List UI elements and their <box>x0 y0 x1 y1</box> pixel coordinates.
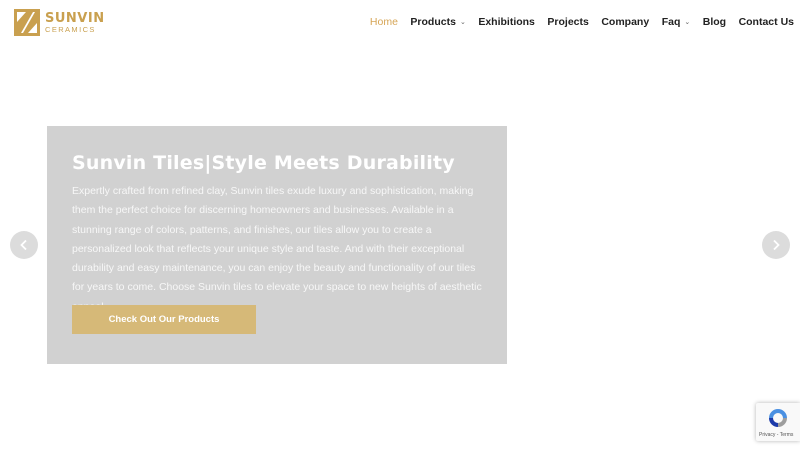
hero-title: Sunvin Tiles|Style Meets Durability <box>72 152 455 174</box>
nav-company-label: Company <box>601 16 650 28</box>
nav-projects[interactable]: Projects <box>547 16 588 28</box>
recaptcha-icon <box>769 409 787 427</box>
recaptcha-badge[interactable]: Privacy - Terms <box>756 403 800 441</box>
slider-prev-button[interactable] <box>10 231 38 259</box>
brand-name: SUNVIN <box>45 10 105 26</box>
nav-blog[interactable]: Blog <box>703 16 726 28</box>
logo-icon <box>14 9 40 36</box>
nav-home-label: Home <box>369 16 398 28</box>
nav-faq-label: Faq <box>661 16 681 28</box>
logo-text: SUNVIN CERAMICS <box>45 12 105 34</box>
hero-description: Expertly crafted from refined clay, Sunv… <box>72 185 482 313</box>
logo[interactable]: SUNVIN CERAMICS <box>14 9 105 36</box>
nav-contact-us[interactable]: Contact Us <box>739 16 794 28</box>
nav-exhibitions-label: Exhibitions <box>478 16 535 28</box>
nav-products[interactable]: Products ⌄ <box>410 16 465 28</box>
nav-exhibitions[interactable]: Exhibitions <box>478 16 535 28</box>
chevron-right-icon <box>773 239 780 251</box>
recaptcha-links[interactable]: Privacy - Terms <box>759 432 793 438</box>
page: SUNVIN CERAMICS Home Products ⌄ Exhibitio… <box>0 0 800 450</box>
chevron-down-icon: ⌄ <box>684 19 691 26</box>
nav-company[interactable]: Company <box>601 16 649 28</box>
nav-products-label: Products <box>410 16 456 28</box>
hero-panel: Sunvin Tiles|Style Meets Durability Expe… <box>47 126 507 364</box>
nav-blog-label: Blog <box>702 16 727 28</box>
slider-next-button[interactable] <box>762 231 790 259</box>
nav-projects-label: Projects <box>547 16 589 28</box>
chevron-down-icon: ⌄ <box>459 19 466 26</box>
main-nav: Home Products ⌄ Exhibitions Projects Comp… <box>357 16 794 28</box>
chevron-left-icon <box>20 239 27 251</box>
nav-home[interactable]: Home <box>370 16 398 28</box>
brand-subtitle: CERAMICS <box>45 24 96 34</box>
nav-faq[interactable]: Faq ⌄ <box>662 16 691 28</box>
site-header: SUNVIN CERAMICS Home Products ⌄ Exhibitio… <box>0 0 800 48</box>
nav-contact-us-label: Contact Us <box>738 16 794 28</box>
check-out-products-button[interactable]: Check Out Our Products <box>72 305 256 334</box>
